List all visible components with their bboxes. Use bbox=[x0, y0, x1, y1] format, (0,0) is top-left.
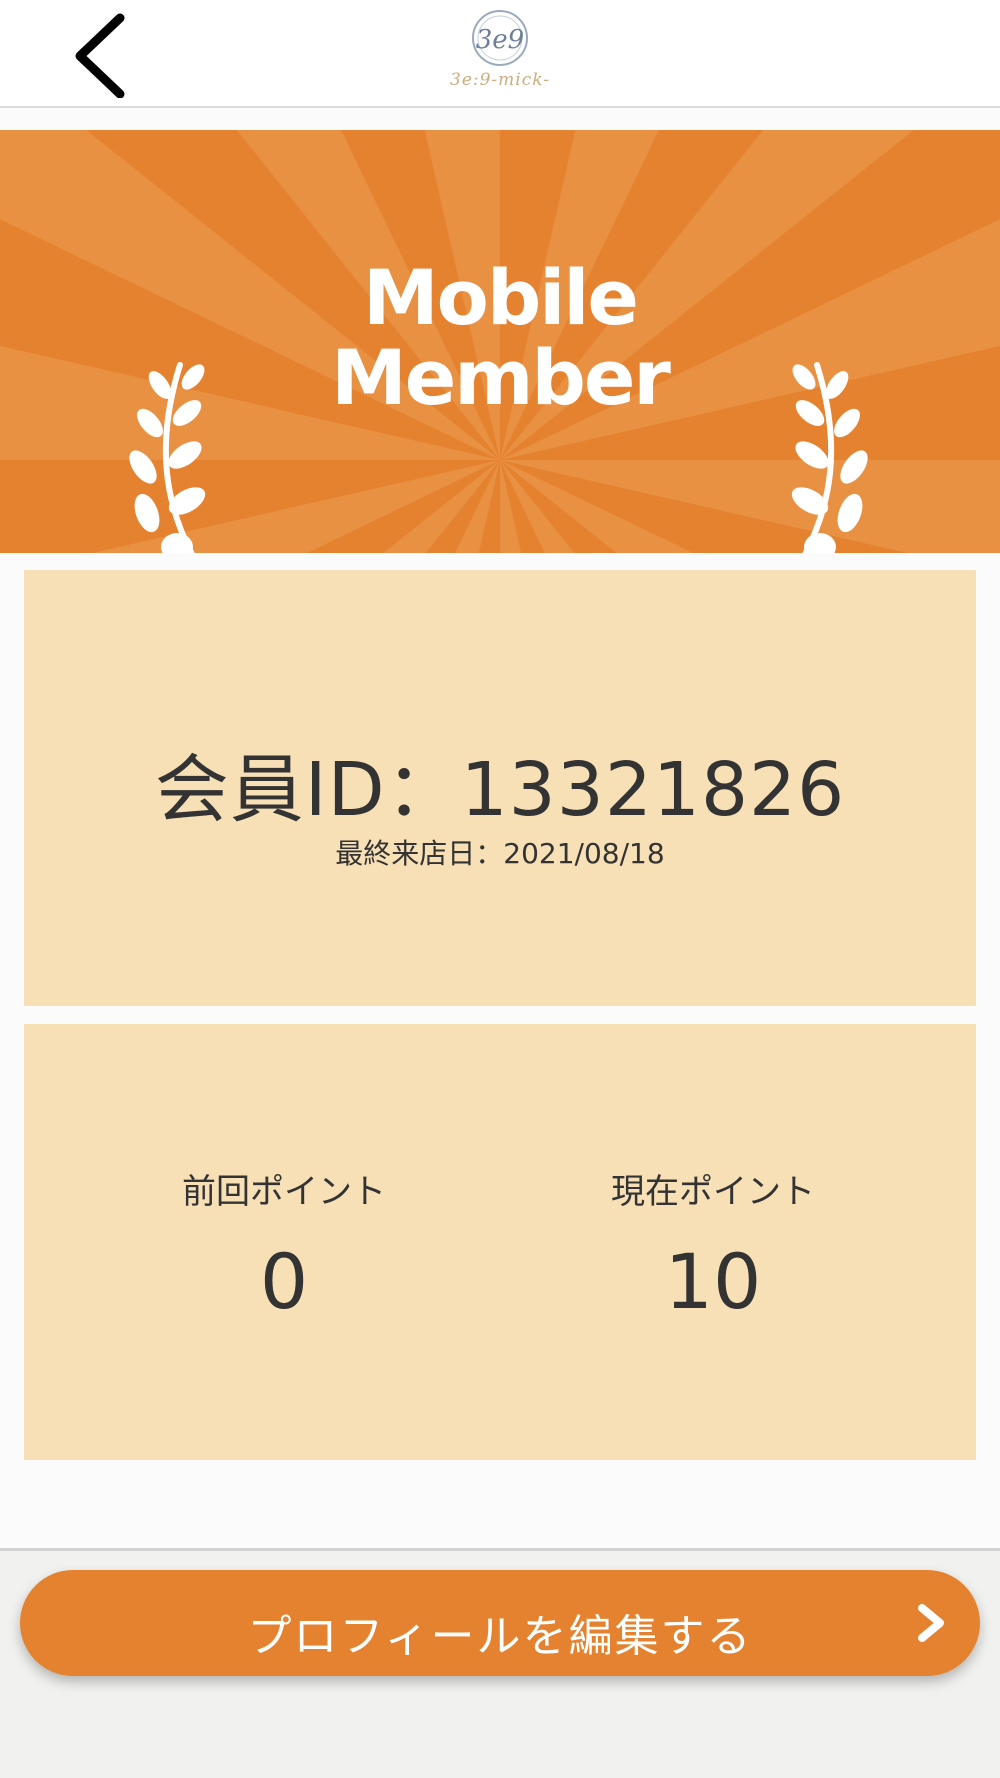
chevron-right-icon bbox=[918, 1604, 944, 1642]
current-points: 現在ポイント 10 bbox=[513, 1164, 913, 1326]
edit-profile-label: プロフィールを編集する bbox=[247, 1611, 753, 1662]
current-points-value: 10 bbox=[664, 1237, 762, 1326]
edit-profile-button[interactable]: プロフィールを編集する bbox=[20, 1570, 980, 1676]
banner-title-line2: Member bbox=[331, 333, 671, 422]
header-bar: 3e9 3e:9-mick- bbox=[0, 0, 1000, 108]
previous-points-label: 前回ポイント bbox=[182, 1172, 386, 1212]
member-id-card: 会員ID：13321826 最終来店日：2021/08/18 bbox=[24, 570, 976, 1006]
previous-points-value: 0 bbox=[259, 1237, 309, 1326]
svg-text:3e9: 3e9 bbox=[476, 25, 524, 55]
banner-title-line1: Mobile bbox=[363, 253, 639, 342]
logo-monogram-icon: 3e9 bbox=[472, 10, 528, 66]
previous-points: 前回ポイント 0 bbox=[84, 1164, 484, 1326]
last-visit-date: 最終来店日：2021/08/18 bbox=[335, 837, 665, 870]
brand-logo: 3e9 3e:9-mick- bbox=[430, 6, 570, 98]
current-points-label: 現在ポイント bbox=[611, 1172, 815, 1212]
banner-title: Mobile Member bbox=[0, 258, 1000, 418]
chevron-left-icon bbox=[75, 13, 125, 99]
logo-wordmark: 3e:9-mick- bbox=[450, 70, 550, 90]
member-id: 会員ID：13321826 bbox=[154, 747, 846, 833]
points-card: 前回ポイント 0 現在ポイント 10 bbox=[24, 1024, 976, 1460]
back-button[interactable] bbox=[60, 8, 150, 99]
